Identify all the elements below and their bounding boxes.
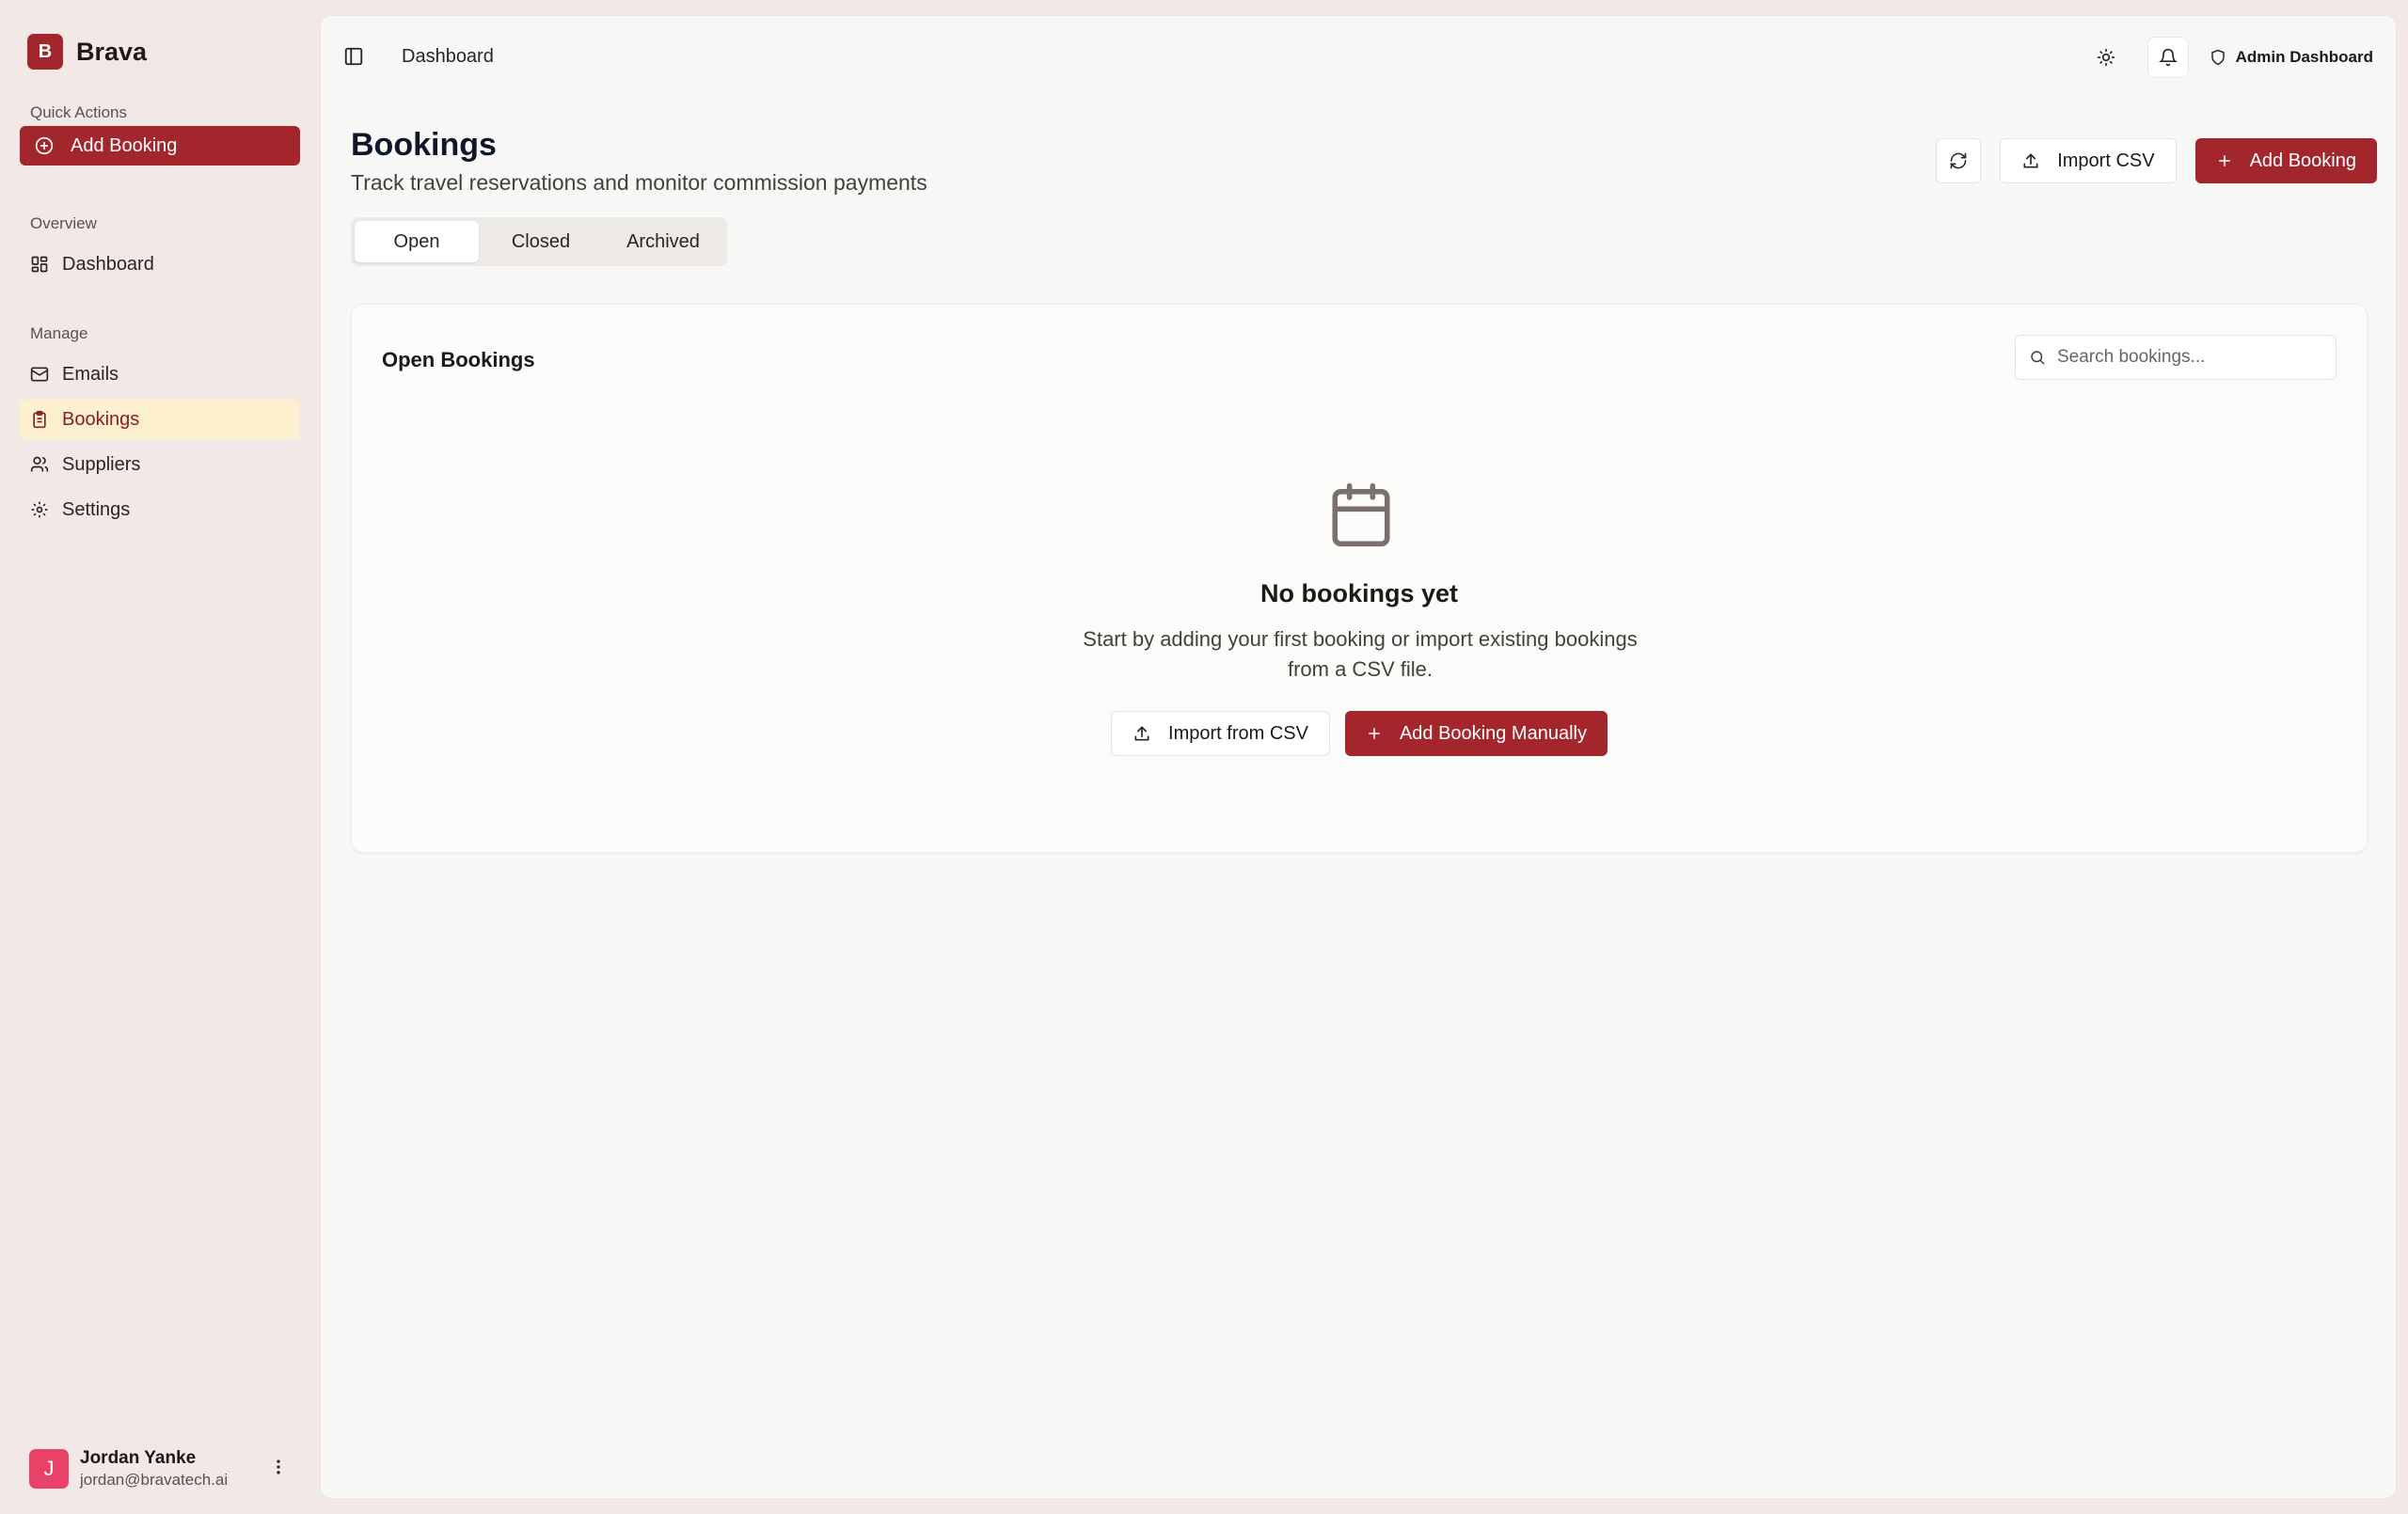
import-csv-label: Import CSV <box>2057 150 2155 171</box>
sidebar-toggle-button[interactable] <box>343 46 364 71</box>
avatar: J <box>29 1449 69 1489</box>
search-box <box>2015 335 2337 380</box>
empty-description: Start by adding your first booking or im… <box>1083 627 1638 681</box>
topbar-actions: Admin Dashboard <box>2085 37 2373 78</box>
theme-toggle-button[interactable] <box>2085 37 2127 78</box>
import-from-csv-label: Import from CSV <box>1168 722 1308 744</box>
sidebar-item-suppliers[interactable]: Suppliers <box>20 445 300 484</box>
users-icon <box>30 456 49 472</box>
refresh-icon <box>1950 152 1967 169</box>
add-booking-manually-button[interactable]: Add Booking Manually <box>1344 711 1608 756</box>
add-booking-manually-label: Add Booking Manually <box>1399 722 1587 744</box>
more-vertical-icon <box>277 1459 280 1475</box>
import-from-csv-button[interactable]: Import from CSV <box>1111 711 1330 756</box>
sidebar-toggle-icon <box>344 47 363 66</box>
plus-icon <box>2218 155 2230 166</box>
open-bookings-card: Open Bookings No bookings yet Start by a… <box>351 304 2368 853</box>
user-info: Jordan Yanke jordan@bravatech.ai <box>80 1448 228 1490</box>
page-subtitle: Track travel reservations and monitor co… <box>351 170 927 195</box>
notifications-button[interactable] <box>2147 37 2189 78</box>
add-booking-button[interactable]: Add Booking <box>2194 138 2377 183</box>
page-actions: Import CSV Add Booking <box>1936 138 2377 183</box>
card-title: Open Bookings <box>382 348 535 371</box>
sidebar-item-label: Emails <box>62 363 119 385</box>
shield-icon <box>2210 49 2225 66</box>
import-csv-button[interactable]: Import CSV <box>2000 138 2177 183</box>
calendar-icon <box>1326 480 1396 558</box>
sidebar-add-booking-label: Add Booking <box>71 134 178 156</box>
brand-name: Brava <box>76 37 148 66</box>
sun-icon <box>2097 48 2115 67</box>
empty-title: No bookings yet <box>1259 579 1458 607</box>
sidebar-item-label: Bookings <box>62 408 140 430</box>
sidebar-item-label: Suppliers <box>62 453 141 475</box>
clipboard-icon <box>33 410 46 429</box>
booking-tabs: Open Closed Archived <box>351 217 727 266</box>
search-input[interactable] <box>2057 347 2311 368</box>
plus-icon <box>1368 728 1380 739</box>
main-panel: Dashboard Admin Dashboard Bookings Track… <box>320 15 2397 1499</box>
tab-closed[interactable]: Closed <box>479 221 603 262</box>
sidebar-item-settings[interactable]: Settings <box>20 490 300 529</box>
gear-icon <box>31 501 48 518</box>
breadcrumb[interactable]: Dashboard <box>402 46 494 68</box>
user-name: Jordan Yanke <box>80 1448 197 1468</box>
add-booking-label: Add Booking <box>2249 150 2356 171</box>
upload-icon <box>1134 726 1149 741</box>
bell-icon <box>2158 48 2178 67</box>
quick-actions-label: Quick Actions <box>30 103 127 121</box>
sidebar-item-label: Settings <box>62 498 131 520</box>
app: B Brava Quick Actions Add Booking Overvi… <box>0 0 2408 1514</box>
mail-icon <box>30 367 49 382</box>
sidebar-add-booking-button[interactable]: Add Booking <box>20 126 300 166</box>
sidebar-item-label: Dashboard <box>62 253 154 275</box>
admin-dashboard-label: Admin Dashboard <box>2235 48 2373 66</box>
sidebar-item-emails[interactable]: Emails <box>20 355 300 394</box>
empty-actions: Import from CSV Add Booking Manually <box>352 711 2367 756</box>
plus-circle-icon <box>35 136 54 155</box>
overview-label: Overview <box>30 214 97 232</box>
sidebar: B Brava Quick Actions Add Booking Overvi… <box>0 8 318 1506</box>
user-profile[interactable]: J Jordan Yanke jordan@bravatech.ai <box>29 1448 228 1490</box>
brand[interactable]: B Brava <box>27 34 147 70</box>
user-email: jordan@bravatech.ai <box>80 1471 229 1489</box>
brand-logo: B <box>27 34 63 70</box>
sidebar-item-dashboard[interactable]: Dashboard <box>20 244 300 284</box>
topbar: Dashboard Admin Dashboard <box>321 16 2396 99</box>
manage-label: Manage <box>30 324 88 342</box>
search-icon <box>2031 351 2045 365</box>
upload-icon <box>2023 153 2038 168</box>
tab-archived[interactable]: Archived <box>603 221 723 262</box>
page-title: Bookings <box>351 127 497 163</box>
dashboard-grid-icon <box>31 256 48 273</box>
admin-dashboard-link[interactable]: Admin Dashboard <box>2210 48 2373 67</box>
user-menu-button[interactable] <box>269 1457 288 1482</box>
tab-open[interactable]: Open <box>355 221 479 262</box>
sidebar-item-bookings[interactable]: Bookings <box>20 400 300 439</box>
refresh-button[interactable] <box>1936 138 1982 183</box>
